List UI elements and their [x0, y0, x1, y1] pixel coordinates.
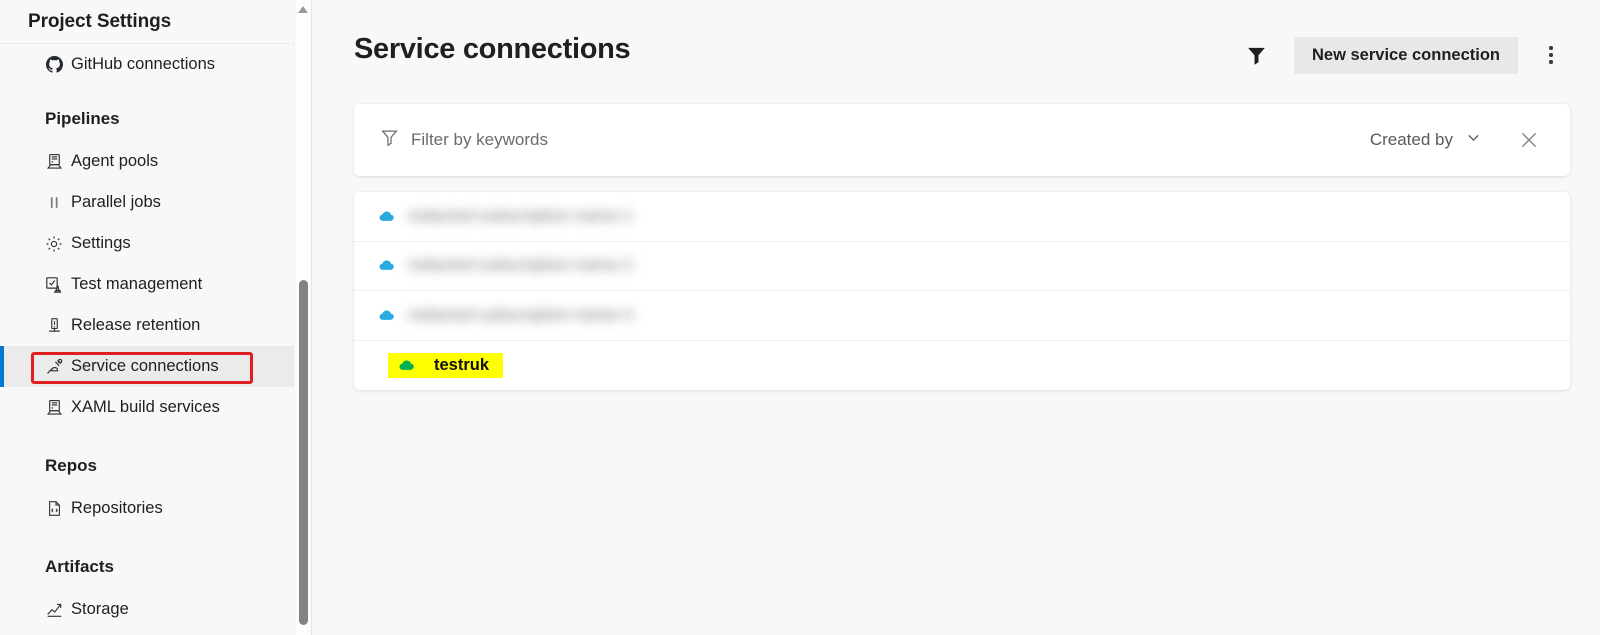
- sidebar-item-release-retention[interactable]: Release retention: [0, 305, 311, 346]
- sidebar-item-label: GitHub connections: [71, 55, 215, 73]
- sidebar-item-storage[interactable]: Storage: [0, 589, 311, 630]
- filter-bar: Created by: [354, 104, 1570, 176]
- server-icon: [43, 397, 65, 419]
- sidebar-item-parallel-jobs[interactable]: Parallel jobs: [0, 182, 311, 223]
- sidebar-item-test-management[interactable]: Test management: [0, 264, 311, 305]
- sidebar-item-repositories[interactable]: Repositories: [0, 488, 311, 529]
- funnel-icon: [380, 128, 399, 152]
- chevron-down-icon: [1465, 129, 1482, 151]
- header-actions: New service connection: [1238, 28, 1570, 74]
- table-row[interactable]: testruk: [354, 341, 1570, 391]
- table-row[interactable]: redacted-subscription-name-3: [354, 291, 1570, 341]
- sidebar-item-service-connections[interactable]: Service connections: [0, 346, 311, 387]
- sidebar-item-label: Settings: [71, 234, 131, 252]
- server-icon: [43, 151, 65, 173]
- connection-name: redacted-subscription-name-3: [408, 305, 633, 324]
- main-content: Service connections New service connecti…: [312, 0, 1600, 635]
- chart-up-icon: [43, 599, 65, 621]
- sidebar-header: Project Settings: [0, 0, 311, 44]
- project-settings-sidebar: Project Settings GitHub connections Pipe…: [0, 0, 312, 635]
- funnel-filter-icon[interactable]: [1238, 37, 1274, 73]
- highlighted-connection[interactable]: testruk: [388, 352, 504, 378]
- gear-icon: [43, 233, 65, 255]
- sidebar-item-label: Release retention: [71, 316, 201, 334]
- sidebar-item-label: Test management: [71, 275, 203, 293]
- retention-icon: [43, 315, 65, 337]
- test-beaker-icon: [43, 274, 65, 296]
- sidebar-item-xaml-build-services[interactable]: XAML build services: [0, 387, 311, 428]
- sidebar-scrollbar-thumb[interactable]: [299, 280, 308, 625]
- created-by-label: Created by: [1369, 130, 1453, 149]
- cloud-icon: [378, 256, 404, 275]
- sidebar-scrollbar[interactable]: [294, 0, 311, 635]
- page-header: Service connections New service connecti…: [312, 0, 1600, 74]
- cloud-icon: [398, 356, 424, 375]
- sidebar-item-github-connections[interactable]: GitHub connections: [0, 44, 311, 85]
- sidebar-title: Project Settings: [28, 10, 172, 32]
- table-row[interactable]: redacted-subscription-name-1: [354, 192, 1570, 242]
- filter-keyword-group: [380, 128, 1362, 152]
- connection-name: redacted-subscription-name-1: [408, 206, 633, 225]
- sidebar-item-settings[interactable]: Settings: [0, 223, 311, 264]
- cloud-icon: [378, 306, 404, 325]
- app-root: Project Settings GitHub connections Pipe…: [0, 0, 1600, 635]
- sidebar-item-agent-pools[interactable]: Agent pools: [0, 141, 311, 182]
- page-title: Service connections: [354, 33, 631, 65]
- sidebar-item-label: Repositories: [71, 499, 163, 517]
- sidebar-group-repos: Repos: [45, 456, 97, 475]
- sidebar-item-label: Storage: [71, 600, 129, 618]
- connection-name: testruk: [434, 355, 490, 374]
- service-connections-list: redacted-subscription-name-1 redacted-su…: [354, 192, 1570, 390]
- github-icon: [43, 54, 65, 76]
- sidebar-item-label: XAML build services: [71, 398, 220, 416]
- sidebar-item-label: Service connections: [71, 357, 219, 375]
- table-row[interactable]: redacted-subscription-name-2: [354, 242, 1570, 291]
- sidebar-item-label: Parallel jobs: [71, 193, 161, 211]
- search-input[interactable]: [411, 130, 851, 150]
- cloud-icon: [378, 207, 404, 226]
- kebab-menu-icon[interactable]: [1532, 36, 1570, 74]
- new-service-connection-button[interactable]: New service connection: [1294, 36, 1518, 74]
- connection-name: redacted-subscription-name-2: [408, 256, 633, 275]
- sidebar-nav: GitHub connections Pipelines Agent pools: [0, 44, 311, 630]
- plug-icon: [43, 356, 65, 378]
- sidebar-item-label: Agent pools: [71, 152, 159, 170]
- parallel-bars-icon: [43, 192, 65, 214]
- chevron-up-icon[interactable]: [298, 6, 308, 13]
- sidebar-group-artifacts: Artifacts: [45, 557, 114, 576]
- file-code-icon: [43, 498, 65, 520]
- clear-filter-button[interactable]: [1512, 123, 1546, 157]
- sidebar-group-pipelines: Pipelines: [45, 109, 120, 128]
- created-by-filter[interactable]: Created by: [1362, 123, 1490, 157]
